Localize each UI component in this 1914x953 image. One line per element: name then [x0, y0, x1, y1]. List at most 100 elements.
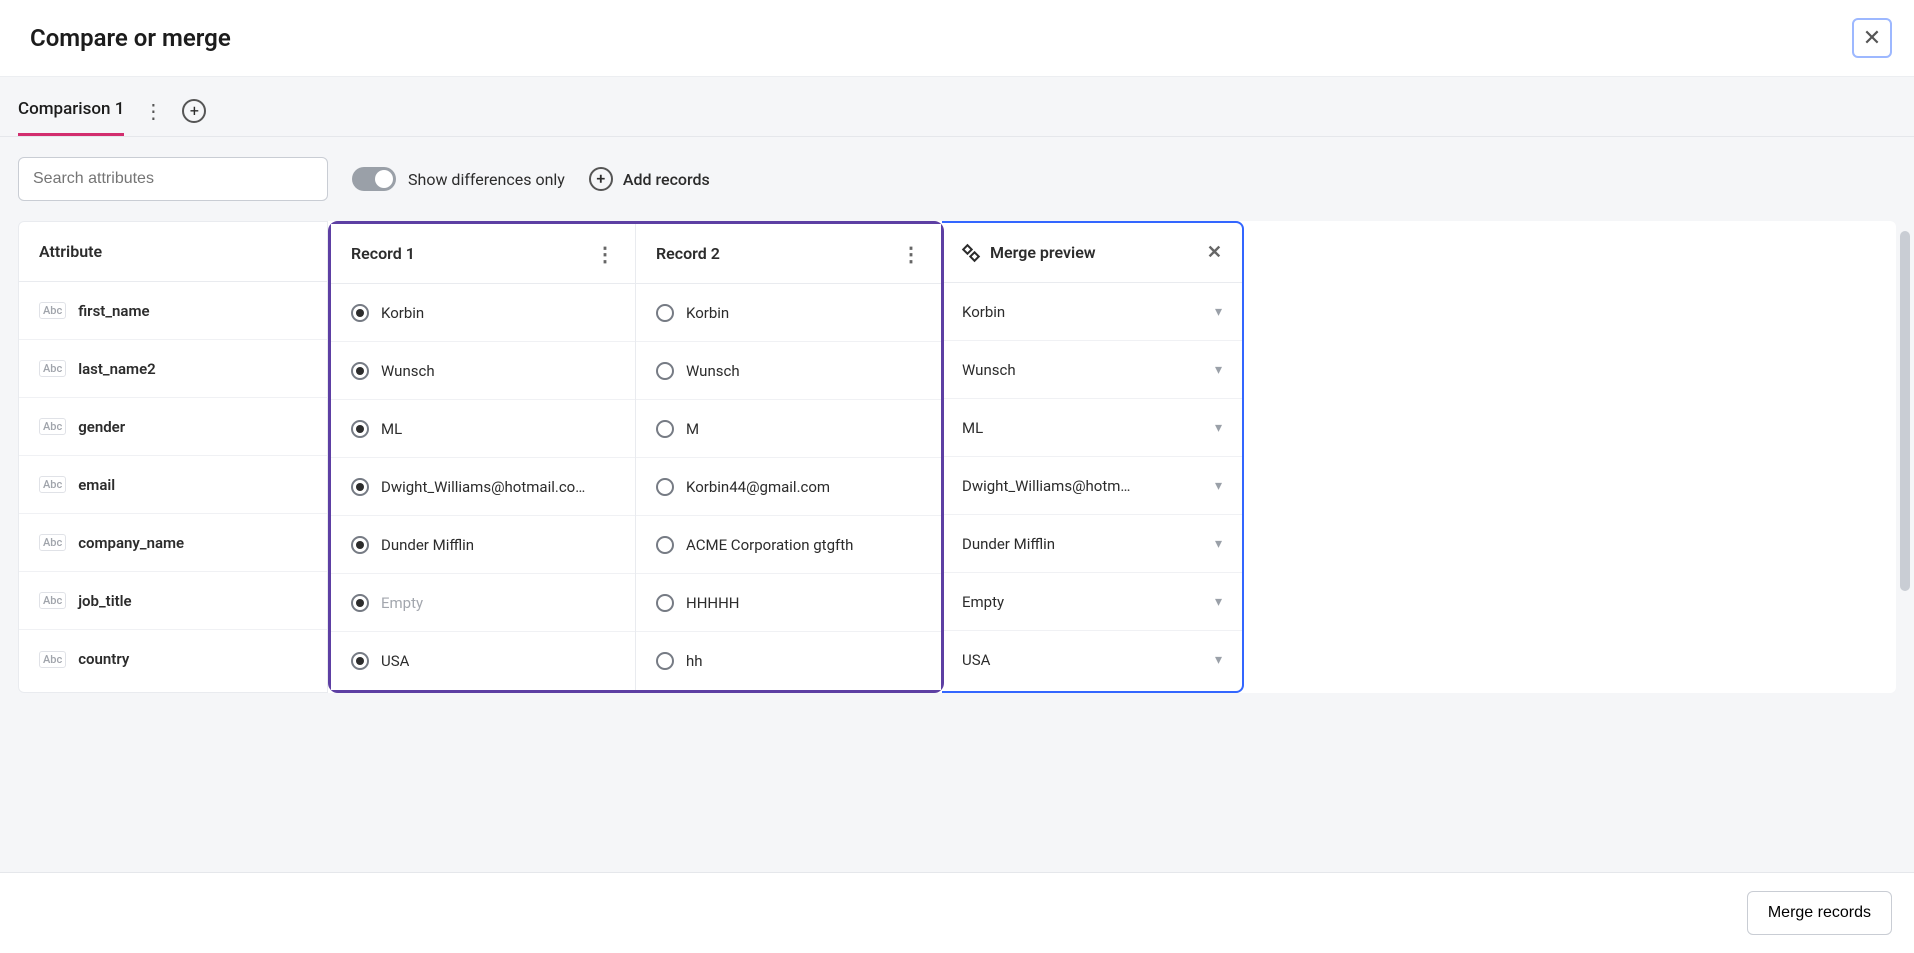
- preview-value: Korbin: [962, 303, 1203, 321]
- kebab-icon: ⋮: [143, 101, 163, 121]
- record1-cell[interactable]: ML: [331, 400, 635, 458]
- preview-cell[interactable]: Dunder Mifflin ▾: [942, 515, 1242, 573]
- attribute-name: company_name: [78, 534, 184, 552]
- record2-cell[interactable]: Korbin: [636, 284, 941, 342]
- cell-value: Wunsch: [686, 362, 740, 380]
- record2-cell[interactable]: Korbin44@gmail.com: [636, 458, 941, 516]
- radio-icon[interactable]: [656, 594, 674, 612]
- preview-value: Dwight_Williams@hotm…: [962, 477, 1203, 495]
- comparison-table: Attribute Abcfirst_nameAbclast_name2Abcg…: [18, 221, 1896, 693]
- plus-icon: +: [190, 103, 199, 119]
- preview-cell[interactable]: ML▾: [942, 399, 1242, 457]
- record2-cell[interactable]: ACME Corporation gtgfth: [636, 516, 941, 574]
- toggle-switch-icon: [352, 167, 396, 191]
- scrollbar[interactable]: [1900, 231, 1910, 591]
- radio-icon[interactable]: [351, 652, 369, 670]
- cell-value: HHHHH: [686, 594, 740, 612]
- record2-menu-button[interactable]: ⋮: [901, 242, 921, 266]
- chevron-down-icon[interactable]: ▾: [1215, 362, 1222, 378]
- toolbar: Show differences only + Add records: [0, 137, 1914, 221]
- tab-comparison-1[interactable]: Comparison 1: [18, 93, 124, 136]
- footer: Merge records: [0, 872, 1914, 953]
- cell-value: Korbin: [381, 304, 424, 322]
- close-button[interactable]: ✕: [1852, 18, 1892, 58]
- preview-cell[interactable]: Korbin ▾: [942, 283, 1242, 341]
- cell-value: Wunsch: [381, 362, 435, 380]
- record1-cell[interactable]: Wunsch: [331, 342, 635, 400]
- record1-header-label: Record 1: [351, 244, 415, 263]
- attribute-name: first_name: [78, 302, 149, 320]
- attribute-row: Abcjob_title: [19, 572, 327, 630]
- record1-cell[interactable]: Korbin: [331, 284, 635, 342]
- radio-icon[interactable]: [351, 594, 369, 612]
- type-icon: Abc: [39, 302, 66, 319]
- radio-icon[interactable]: [656, 478, 674, 496]
- chevron-down-icon[interactable]: ▾: [1215, 594, 1222, 610]
- radio-icon[interactable]: [351, 362, 369, 380]
- radio-icon[interactable]: [351, 478, 369, 496]
- merge-icon: [962, 243, 980, 261]
- preview-value: Empty: [962, 593, 1203, 611]
- search-input[interactable]: [18, 157, 328, 201]
- record1-cell[interactable]: Empty: [331, 574, 635, 632]
- close-preview-button[interactable]: ✕: [1207, 242, 1222, 263]
- cell-value: Dwight_Williams@hotmail.co…: [381, 478, 585, 496]
- preview-cell[interactable]: Wunsch ▾: [942, 341, 1242, 399]
- record2-column: Record 2 ⋮ Korbin Wunsch M Korbin44@gmail.c…: [636, 224, 941, 690]
- cell-value: Korbin: [686, 304, 729, 322]
- attribute-name: country: [78, 650, 129, 668]
- merge-preview-column: Merge preview ✕ Korbin▾Wunsch▾ML▾Dwight_…: [942, 221, 1244, 693]
- attribute-row: Abcemail: [19, 456, 327, 514]
- preview-cell[interactable]: Empty ▾: [942, 573, 1242, 631]
- add-records-button[interactable]: + Add records: [589, 167, 710, 191]
- comparison-tabbar: Comparison 1 ⋮ +: [0, 77, 1914, 137]
- radio-icon[interactable]: [656, 536, 674, 554]
- chevron-down-icon[interactable]: ▾: [1215, 652, 1222, 668]
- radio-icon[interactable]: [351, 536, 369, 554]
- differences-toggle[interactable]: Show differences only: [352, 167, 565, 191]
- attribute-name: gender: [78, 418, 125, 436]
- preview-cell[interactable]: USA ▾: [942, 631, 1242, 689]
- radio-icon[interactable]: [656, 304, 674, 322]
- type-icon: Abc: [39, 360, 66, 377]
- radio-icon[interactable]: [656, 652, 674, 670]
- chevron-down-icon[interactable]: ▾: [1215, 536, 1222, 552]
- record1-cell[interactable]: Dwight_Williams@hotmail.co…: [331, 458, 635, 516]
- record1-cell[interactable]: Dunder Mifflin: [331, 516, 635, 574]
- chevron-down-icon[interactable]: ▾: [1215, 420, 1222, 436]
- chevron-down-icon[interactable]: ▾: [1215, 478, 1222, 494]
- record2-cell[interactable]: M: [636, 400, 941, 458]
- cell-value: hh: [686, 652, 703, 670]
- record2-cell[interactable]: Wunsch: [636, 342, 941, 400]
- type-icon: Abc: [39, 534, 66, 551]
- attribute-name: email: [78, 476, 115, 494]
- add-comparison-button[interactable]: +: [182, 99, 206, 123]
- chevron-down-icon[interactable]: ▾: [1215, 304, 1222, 320]
- record2-cell[interactable]: HHHHH: [636, 574, 941, 632]
- attribute-row: Abcgender: [19, 398, 327, 456]
- preview-value: Wunsch: [962, 361, 1203, 379]
- record2-cell[interactable]: hh: [636, 632, 941, 690]
- record1-column: Record 1 ⋮ Korbin Wunsch ML Dwight_Williams…: [331, 224, 636, 690]
- radio-icon[interactable]: [351, 420, 369, 438]
- record2-header-label: Record 2: [656, 244, 720, 263]
- preview-value: USA: [962, 651, 1203, 669]
- merge-records-button[interactable]: Merge records: [1747, 891, 1892, 935]
- attribute-row: Abccountry: [19, 630, 327, 688]
- cell-value: ACME Corporation gtgfth: [686, 536, 853, 554]
- records-frame: Record 1 ⋮ Korbin Wunsch ML Dwight_Williams…: [328, 221, 944, 693]
- tab-menu-button[interactable]: ⋮: [140, 98, 166, 124]
- record1-cell[interactable]: USA: [331, 632, 635, 690]
- radio-icon[interactable]: [656, 420, 674, 438]
- record1-menu-button[interactable]: ⋮: [595, 242, 615, 266]
- preview-cell[interactable]: Dwight_Williams@hotm… ▾: [942, 457, 1242, 515]
- radio-icon[interactable]: [351, 304, 369, 322]
- cell-value: Empty: [381, 594, 423, 612]
- type-icon: Abc: [39, 592, 66, 609]
- record2-header: Record 2 ⋮: [636, 224, 941, 284]
- preview-header-label: Merge preview: [990, 243, 1096, 262]
- cell-value: M: [686, 420, 699, 438]
- modal-header: Compare or merge ✕: [0, 0, 1914, 77]
- preview-value: Dunder Mifflin: [962, 535, 1203, 553]
- radio-icon[interactable]: [656, 362, 674, 380]
